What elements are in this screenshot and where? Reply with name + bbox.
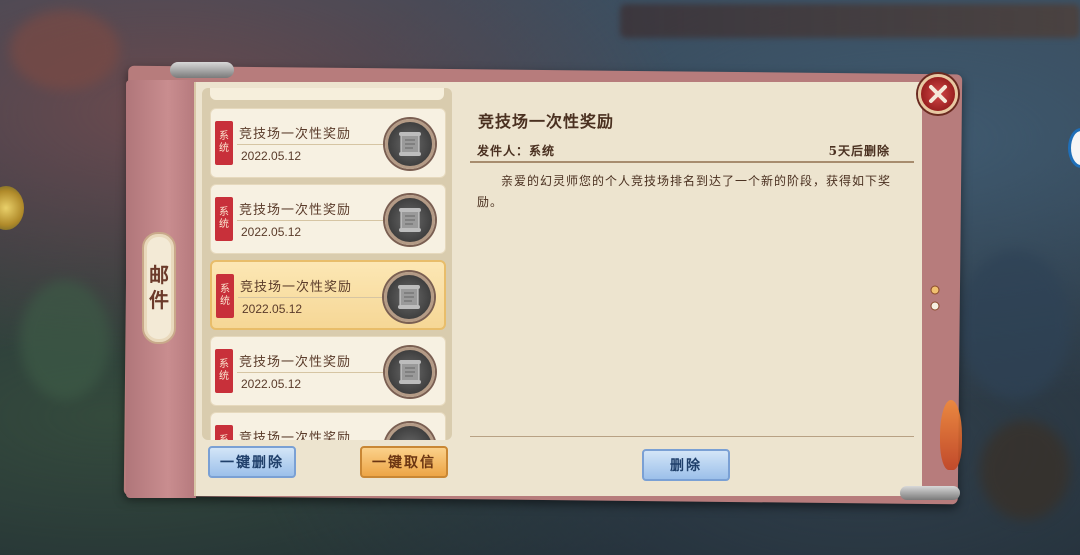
system-badge: 系 统 [215, 197, 233, 241]
badge-char: 统 [219, 219, 229, 230]
badge-char: 统 [219, 143, 229, 154]
mail-list[interactable]: 系 统 竞技场一次性奖励 2022.05.12 系 统 竞技场一次性奖励 202… [202, 88, 452, 440]
detail-body: 亲爱的幻灵师您的个人竞技场排名到达了一个新的阶段，获得如下奖励。 [477, 174, 892, 209]
divider [238, 297, 384, 298]
mail-title: 竞技场一次性奖励 [239, 355, 352, 370]
mail-date: 2022.05.12 [242, 302, 303, 316]
badge-char: 系 [220, 284, 230, 295]
detail-sender: 发件人：系统 [477, 144, 556, 158]
system-badge: 系 统 [215, 425, 233, 440]
detail-expire: 5天后删除 [828, 144, 890, 158]
badge-char: 系 [215, 435, 233, 440]
mailbox-tab-char: 件 [149, 288, 169, 312]
scroll-rod-top [170, 62, 234, 78]
mail-list-item-selected[interactable]: 系 统 竞技场一次性奖励 2022.05.12 [210, 260, 446, 330]
mail-title: 竞技场一次性奖励 [239, 127, 352, 142]
background-blob [20, 280, 110, 400]
scroll-reward-icon [385, 119, 435, 169]
mail-date: 2022.05.12 [241, 149, 302, 163]
divider [237, 144, 383, 145]
scroll-indicator [928, 284, 942, 324]
scroll-reward-icon [385, 423, 435, 440]
badge-char: 系 [219, 131, 229, 142]
side-blue-icon[interactable] [1068, 128, 1080, 168]
mail-list-item[interactable]: 系 统 竞技场一次性奖励 [210, 412, 446, 440]
system-badge: 系 统 [215, 121, 233, 165]
system-badge: 系 统 [215, 349, 233, 393]
scroll-reward-icon [385, 347, 435, 397]
mail-list-item[interactable]: 系 统 竞技场一次性奖励 2022.05.12 [210, 184, 446, 254]
delete-button[interactable]: 删除 [642, 449, 730, 481]
badge-char: 统 [219, 371, 229, 382]
mail-list-item[interactable]: 系 统 竞技场一次性奖励 2022.05.12 [210, 108, 446, 178]
mail-title: 竞技场一次性奖励 [239, 431, 352, 440]
detail-title: 竞技场一次性奖励 [478, 112, 615, 131]
scroll-reward-icon [384, 272, 434, 322]
mail-title: 竞技场一次性奖励 [239, 203, 352, 218]
collect-all-button[interactable]: 一键取信 [360, 446, 448, 478]
mail-list-item[interactable]: 系 统 竞技场一次性奖励 2022.05.12 [210, 336, 446, 406]
divider [470, 436, 914, 437]
background-blob [980, 420, 1070, 520]
divider [237, 372, 383, 373]
side-gold-icon[interactable] [0, 186, 24, 230]
decorative-leaf [940, 400, 962, 470]
close-icon[interactable] [918, 74, 958, 114]
background-blob [10, 10, 120, 90]
scroll-reward-icon [385, 195, 435, 245]
background-blob [960, 250, 1070, 400]
scroll-rod-bottom [900, 486, 960, 500]
mailbox-tab-label: 邮 件 [142, 232, 176, 344]
badge-char: 系 [219, 207, 229, 218]
background-top-bar [620, 4, 1080, 38]
badge-char: 系 [219, 359, 229, 370]
mail-date: 2022.05.12 [241, 377, 302, 391]
delete-all-button[interactable]: 一键删除 [208, 446, 296, 478]
divider [237, 220, 383, 221]
divider [470, 161, 914, 163]
system-badge: 系 统 [216, 274, 234, 318]
mail-date: 2022.05.12 [241, 225, 302, 239]
mail-title: 竞技场一次性奖励 [240, 280, 353, 295]
badge-char: 统 [220, 296, 230, 307]
mailbox-tab-char: 邮 [149, 263, 169, 287]
list-top-edge [210, 88, 444, 100]
